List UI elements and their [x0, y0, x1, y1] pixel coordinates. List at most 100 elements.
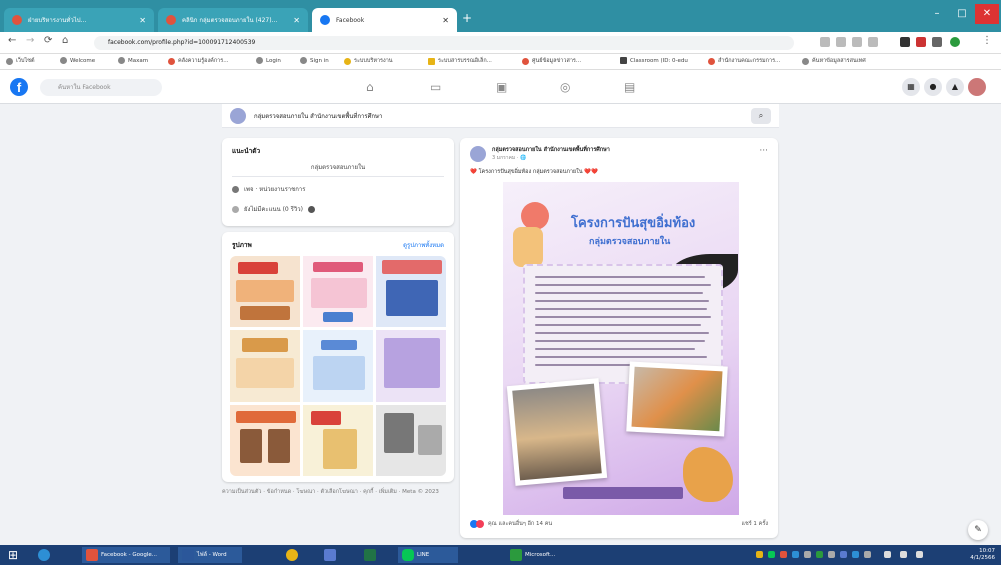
bookmark-item[interactable]: Maxam: [118, 57, 148, 64]
messenger-icon[interactable]: ●: [924, 78, 942, 96]
tray-icon[interactable]: [816, 551, 823, 558]
bookmark-item[interactable]: ระบบสารบรรณอิเล็ก...: [428, 57, 492, 65]
home-button[interactable]: ⌂: [62, 35, 68, 46]
bookmark-label: Welcome: [70, 57, 96, 64]
extension-icon[interactable]: [836, 37, 846, 47]
bookmark-item[interactable]: เว็บไซต์: [6, 57, 35, 65]
groups-icon[interactable]: ◎: [560, 80, 570, 94]
extension-icon[interactable]: [868, 37, 878, 47]
taskbar-app[interactable]: [38, 547, 50, 563]
extension-icon[interactable]: [932, 37, 942, 47]
taskbar-app[interactable]: [286, 547, 298, 563]
new-tab-button[interactable]: +: [462, 11, 472, 25]
notifications-icon[interactable]: ▲: [946, 78, 964, 96]
photo-thumbnail[interactable]: [230, 256, 300, 328]
tray-icon[interactable]: [852, 551, 859, 558]
post-author[interactable]: กลุ่มตรวจสอบภายใน สำนักงานเขตพื้นที่การศ…: [492, 146, 610, 154]
photo-thumbnail[interactable]: [376, 330, 446, 402]
bookmark-item[interactable]: ค้นหาข้อมูลสารสนเทศ: [802, 57, 866, 65]
photo-thumbnail[interactable]: [303, 256, 373, 328]
bookmark-item[interactable]: Classroom (ID: 0-edu: [620, 57, 688, 64]
photo-thumbnail[interactable]: [303, 330, 373, 402]
tray-icon[interactable]: [768, 551, 775, 558]
bookmark-icon: [708, 57, 715, 65]
page-title[interactable]: กลุ่มตรวจสอบภายใน สำนักงานเขตพื้นที่การศ…: [254, 111, 382, 121]
extension-icon[interactable]: [916, 37, 926, 47]
post-timestamp[interactable]: 3 มกราคม · 🌐: [492, 154, 526, 162]
account-avatar[interactable]: [968, 78, 986, 96]
edge-icon: [38, 549, 50, 561]
bookmark-item[interactable]: Welcome: [60, 57, 95, 64]
system-clock[interactable]: 10:07 4/1/2566: [970, 548, 995, 562]
photo-thumbnail[interactable]: [230, 404, 300, 476]
tray-icon[interactable]: [792, 551, 799, 558]
forward-button[interactable]: →: [26, 35, 34, 46]
maximize-button[interactable]: □: [950, 4, 974, 24]
browser-menu-icon[interactable]: ⋮: [982, 35, 992, 46]
bookmark-item[interactable]: สำนักงานคณะกรรมการ...: [708, 57, 780, 65]
start-button[interactable]: ⊞: [8, 547, 18, 563]
taskbar-app[interactable]: Facebook - Google...: [82, 547, 170, 563]
profile-icon[interactable]: [950, 37, 960, 47]
photo-thumbnail[interactable]: [230, 330, 300, 402]
extension-icon[interactable]: [820, 37, 830, 47]
language-icon[interactable]: [916, 551, 923, 558]
browser-tab-active[interactable]: Facebook ✕: [312, 8, 457, 32]
menu-grid-icon[interactable]: ▦: [902, 78, 920, 96]
home-icon[interactable]: ⌂: [366, 80, 374, 94]
post-image[interactable]: โครงการปันสุขอิ่มท้อง กลุ่มตรวจสอบภายใน: [503, 182, 739, 515]
footer-links[interactable]: ความเป็นส่วนตัว · ข้อกำหนด · โฆษณา · ตัว…: [222, 488, 454, 496]
bookmark-item[interactable]: Login: [256, 57, 281, 64]
more-options-icon[interactable]: ···: [759, 146, 768, 156]
gaming-icon[interactable]: ▤: [624, 80, 635, 94]
video-icon[interactable]: ▭: [430, 80, 441, 94]
post-reactions[interactable]: คุณ และคนอื่นๆ อีก 14 คน: [470, 520, 552, 528]
post-action-bar: [470, 531, 768, 538]
tray-icon[interactable]: [756, 551, 763, 558]
tab-close-icon[interactable]: ✕: [139, 16, 146, 25]
minimize-button[interactable]: –: [925, 4, 949, 24]
tab-close-icon[interactable]: ✕: [293, 16, 300, 25]
tray-icon[interactable]: [828, 551, 835, 558]
browser-tab[interactable]: ฝ่ายบริหารงานทั่วไป... ✕: [4, 8, 154, 32]
bookmark-icon: [118, 57, 125, 64]
taskbar-app[interactable]: ไฟล์ - Word: [178, 547, 242, 563]
reload-button[interactable]: ⟳: [44, 35, 52, 46]
extension-icon[interactable]: [900, 37, 910, 47]
photo-thumbnail[interactable]: [376, 256, 446, 328]
close-window-button[interactable]: ✕: [975, 4, 999, 24]
taskbar-app[interactable]: [324, 547, 336, 563]
tab-close-icon[interactable]: ✕: [442, 16, 449, 25]
tray-icon[interactable]: [780, 551, 787, 558]
url-input[interactable]: facebook.com/profile.php?id=100091712400…: [94, 36, 794, 50]
tray-icon[interactable]: [804, 551, 811, 558]
page-avatar[interactable]: [230, 108, 246, 124]
see-all-photos-link[interactable]: ดูรูปภาพทั้งหมด: [403, 240, 444, 250]
new-message-button[interactable]: ✎: [968, 520, 988, 540]
photo-thumbnail[interactable]: [303, 404, 373, 476]
volume-icon[interactable]: [900, 551, 907, 558]
bookmark-item[interactable]: Sign in: [300, 57, 329, 64]
bookmark-item[interactable]: ระบบบริหารงาน: [344, 57, 393, 65]
browser-icon: [286, 549, 298, 561]
info-icon: [232, 185, 239, 193]
taskbar-app[interactable]: Microsoft...: [506, 547, 568, 563]
share-count[interactable]: แชร์ 1 ครั้ง: [741, 520, 768, 528]
photo-thumbnail[interactable]: [376, 404, 446, 476]
back-button[interactable]: ←: [8, 35, 16, 46]
wifi-icon[interactable]: [884, 551, 891, 558]
browser-tab[interactable]: คลินิก กลุ่มตรวจสอบภายใน (427)... ✕: [158, 8, 308, 32]
info-circle-icon[interactable]: [307, 205, 315, 213]
bookmark-item[interactable]: คลังความรู้องค์การ...: [168, 57, 228, 65]
taskbar-app[interactable]: LINE: [398, 547, 458, 563]
marketplace-icon[interactable]: ▣: [496, 80, 507, 94]
taskbar-app[interactable]: [364, 547, 376, 563]
extension-icon[interactable]: [852, 37, 862, 47]
bookmark-item[interactable]: ศูนย์ข้อมูลข่าวสาร...: [522, 57, 581, 65]
post-author-avatar[interactable]: [470, 146, 486, 162]
tray-icon[interactable]: [864, 551, 871, 558]
page-search-button[interactable]: ⌕: [751, 108, 771, 124]
facebook-logo-icon[interactable]: f: [10, 78, 28, 96]
facebook-search-input[interactable]: ค้นหาใน Facebook: [40, 79, 162, 96]
tray-icon[interactable]: [840, 551, 847, 558]
